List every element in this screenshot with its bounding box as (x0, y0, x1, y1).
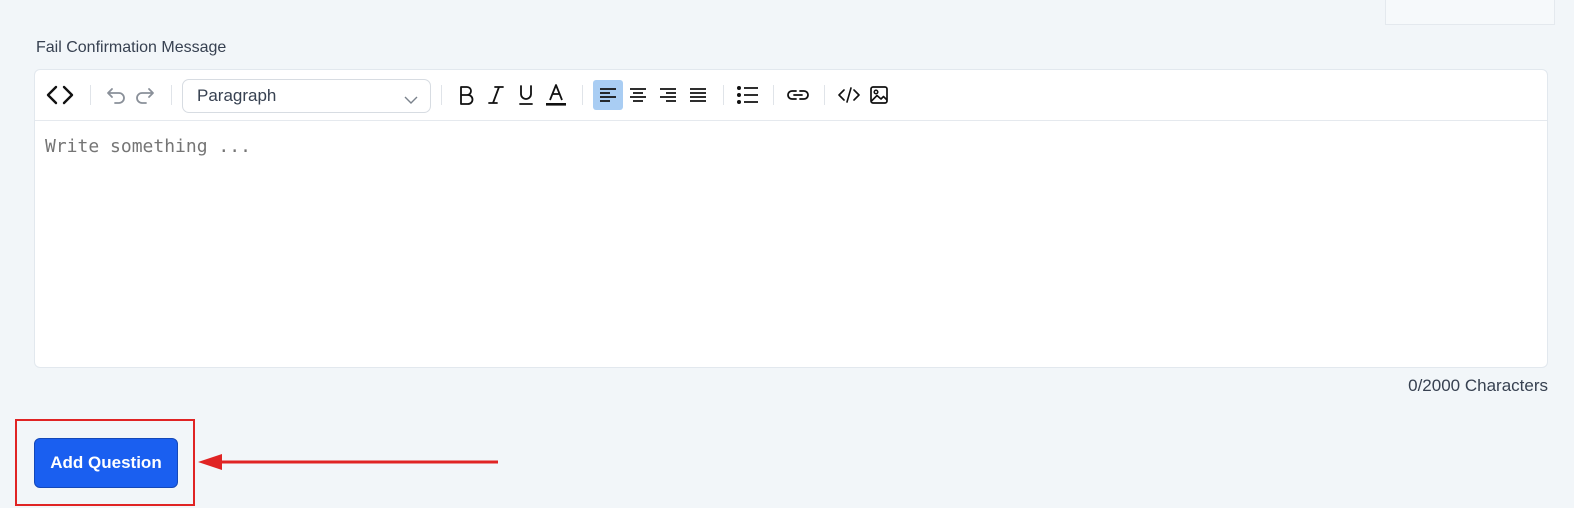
align-justify-icon[interactable] (685, 82, 711, 108)
undo-icon[interactable] (103, 82, 129, 108)
text-color-icon[interactable] (543, 82, 569, 108)
add-question-button[interactable]: Add Question (34, 438, 178, 488)
toolbar-divider (824, 85, 825, 105)
toolbar-divider (723, 85, 724, 105)
chevron-down-icon (404, 90, 418, 110)
image-icon[interactable] (866, 82, 892, 108)
bold-icon[interactable] (453, 82, 479, 108)
code-view-icon[interactable] (45, 82, 75, 108)
redo-icon[interactable] (132, 82, 158, 108)
link-icon[interactable] (785, 82, 811, 108)
rich-text-editor: Paragraph (34, 69, 1548, 368)
editor-toolbar: Paragraph (35, 70, 1547, 121)
align-center-icon[interactable] (625, 82, 651, 108)
italic-icon[interactable] (483, 82, 509, 108)
block-format-value: Paragraph (197, 86, 277, 105)
block-format-select[interactable]: Paragraph (182, 79, 431, 113)
toolbar-divider (90, 85, 91, 105)
toolbar-divider (171, 85, 172, 105)
top-right-panel-edge (1385, 0, 1555, 25)
underline-icon[interactable] (513, 82, 539, 108)
align-right-icon[interactable] (655, 82, 681, 108)
editor-content-area[interactable] (35, 122, 1547, 367)
toolbar-divider (773, 85, 774, 105)
toolbar-divider (441, 85, 442, 105)
bullet-list-icon[interactable] (735, 82, 761, 108)
toolbar-divider (582, 85, 583, 105)
character-count: 0/2000 Characters (1408, 376, 1548, 395)
align-left-icon[interactable] (593, 80, 623, 110)
code-icon[interactable] (836, 82, 862, 108)
field-label: Fail Confirmation Message (36, 39, 227, 56)
annotation-arrow-icon (196, 450, 501, 479)
editor-input[interactable] (45, 136, 1537, 353)
